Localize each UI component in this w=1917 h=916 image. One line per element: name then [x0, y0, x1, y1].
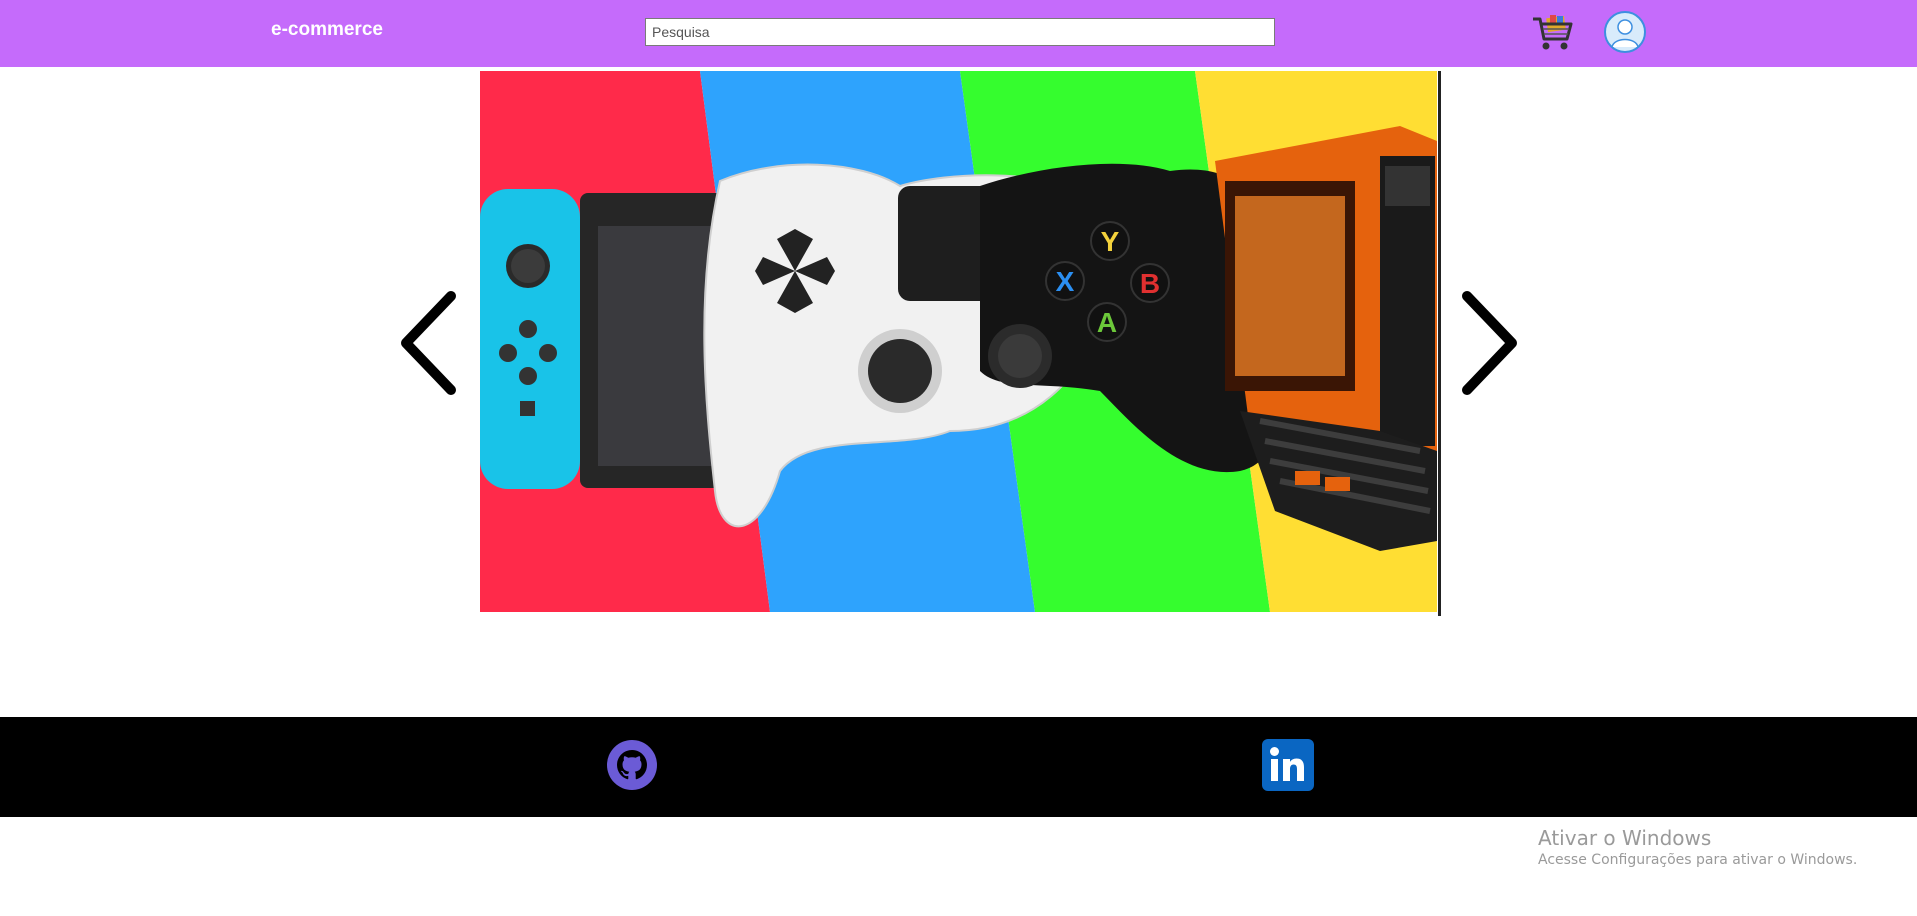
user-avatar-icon[interactable]: [1604, 11, 1646, 53]
linkedin-icon[interactable]: [1262, 739, 1314, 791]
footer: [0, 717, 1917, 817]
carousel-next-button[interactable]: [1452, 288, 1522, 398]
chevron-right-icon: [1462, 291, 1517, 395]
github-icon[interactable]: [606, 739, 658, 791]
top-navbar: e-commerce: [0, 0, 1917, 67]
carousel-prev-button[interactable]: [396, 288, 466, 398]
shopping-cart-icon[interactable]: [1531, 11, 1575, 53]
brand-logo-text[interactable]: e-commerce: [271, 19, 383, 41]
svg-text:X: X: [1056, 266, 1075, 297]
svg-text:A: A: [1097, 307, 1117, 338]
svg-text:Y: Y: [1101, 226, 1120, 257]
svg-text:B: B: [1140, 268, 1160, 299]
chevron-left-icon: [401, 291, 456, 395]
carousel: Y X B A: [480, 71, 1441, 616]
carousel-slide-image[interactable]: Y X B A: [480, 71, 1437, 612]
windows-activation-subtitle: Acesse Configurações para ativar o Windo…: [1538, 852, 1858, 868]
windows-activation-title: Ativar o Windows: [1538, 826, 1712, 850]
search-input[interactable]: [645, 18, 1275, 46]
